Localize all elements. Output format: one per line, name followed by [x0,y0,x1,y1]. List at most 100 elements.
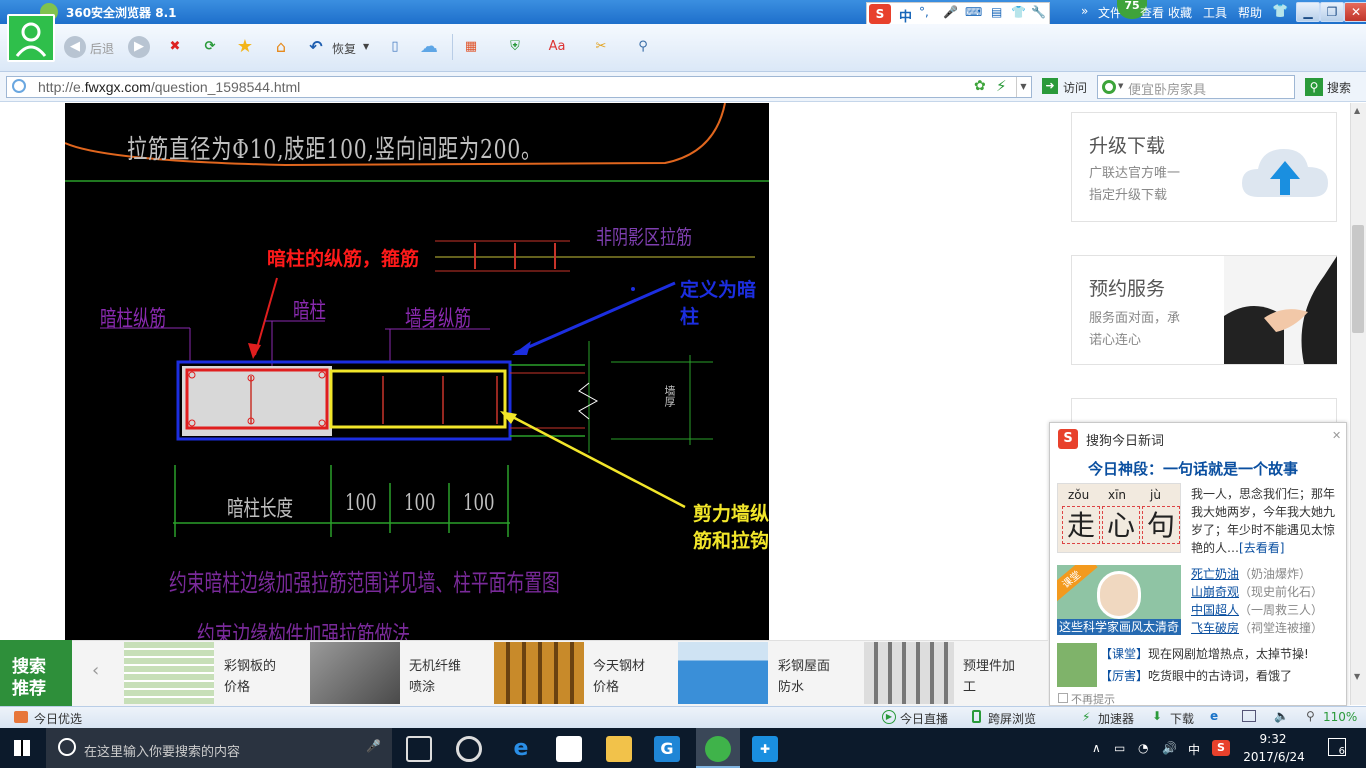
scroll-down-icon[interactable]: ▼ [1354,672,1360,681]
term-word[interactable]: 死亡奶油 [1191,567,1239,581]
edge-icon[interactable]: e [508,736,534,762]
home-icon[interactable]: ⌂ [270,36,292,58]
no-remind-checkbox[interactable] [1058,693,1068,703]
rec-text-5[interactable]: 预埋件加工 [963,656,1043,698]
close-button[interactable]: ✕ [1344,2,1366,22]
rec-text-4[interactable]: 彩钢屋面 防水 [778,656,858,698]
ime-language[interactable]: 中 [1188,741,1200,758]
user-avatar[interactable] [7,14,55,62]
news-item[interactable]: 【课堂】现在网剧尬增热点，太掉节操! [1100,645,1309,662]
rec-text-2[interactable]: 无机纤维 喷涂 [409,656,489,698]
forward-arrow-icon[interactable]: ▶ [128,36,150,58]
news-item[interactable]: 【厉害】吃货眼中的古诗词，看饿了 [1100,667,1292,684]
ie-icon[interactable]: e [1210,709,1218,723]
girl-image[interactable] [1057,643,1097,687]
sogou-app-icon[interactable]: G [654,736,680,762]
windows-start-icon[interactable] [14,740,30,756]
translate-icon[interactable]: Aa [546,36,568,58]
keyboard-icon[interactable]: ⌨ [965,5,982,19]
shield-icon[interactable]: ⛨ [504,36,526,58]
rec-image-5[interactable] [864,642,954,704]
story-link[interactable]: [去看看] [1239,541,1284,555]
screenshot-icon[interactable]: ✂ [590,36,612,58]
popup-headline[interactable]: 今日神段：一句话就是一个故事 [1088,458,1298,479]
battery-icon[interactable]: ▭ [1114,741,1125,755]
page-scrollbar[interactable] [1350,103,1366,705]
search-engine-icon[interactable] [1102,80,1116,94]
rec-image-2[interactable] [310,642,400,704]
phone-icon[interactable]: ▯ [384,36,406,58]
back-label[interactable]: 后退 [90,40,114,57]
microphone-icon[interactable]: 🎤 [943,5,958,19]
file-explorer-icon[interactable] [606,736,632,762]
volume-icon[interactable]: 🔊 [1162,741,1177,755]
scroll-thumb[interactable] [1352,225,1364,333]
url-text[interactable]: http://e.fwxgx.com/question_1598544.html [38,79,300,95]
notification-center-icon[interactable]: 6 [1328,738,1346,757]
wifi-icon[interactable]: ◔ [1138,741,1148,755]
sound-icon[interactable]: 🔈 [1274,709,1289,723]
skin-icon[interactable]: ▤ [991,5,1002,19]
task-view-icon[interactable] [406,736,432,762]
search-icon[interactable]: ⚲ [1305,78,1323,96]
rec-text-1[interactable]: 彩钢板的 价格 [224,656,304,698]
rec-image-3[interactable] [494,642,584,704]
cortana-icon[interactable] [58,738,76,756]
term-word[interactable]: 中国超人 [1191,603,1239,617]
sogou-ime-toolbar[interactable]: S 中 °, 🎤 ⌨ ▤ 👕 🔧 [866,2,1050,26]
popup-close-icon[interactable]: ✕ [1332,429,1341,442]
remote-app-icon[interactable]: ✚ [752,736,778,762]
browser-360-icon[interactable] [705,736,731,762]
address-dropdown-button[interactable]: ▼ [1016,77,1030,97]
chevron-down-icon[interactable]: ▼ [363,42,369,51]
undo-icon[interactable]: ↶ [305,36,327,58]
menu-tools[interactable]: 工具 [1203,4,1227,21]
accelerator-label[interactable]: 加速器 [1098,710,1134,727]
zoom-search-icon[interactable]: ⚲ [632,36,654,58]
calligraphy-image[interactable]: zǒu xīn jù 走 心 句 [1057,483,1181,553]
menu-view[interactable]: 查看 [1140,4,1164,21]
scientist-image[interactable]: 课堂 这些科学家画风太清奇 [1057,565,1181,635]
upgrade-download-card[interactable]: 升级下载 广联达官方唯一 指定升级下载 [1071,112,1337,222]
stop-icon[interactable]: ✖ [164,36,186,58]
zoom-level[interactable]: 110% [1323,710,1357,724]
scroll-up-icon[interactable]: ▲ [1354,106,1360,115]
chrome-icon[interactable] [456,736,482,762]
rec-text-3[interactable]: 今天钢材 价格 [593,656,673,698]
ime-mode-label[interactable]: 中 [899,6,912,25]
refresh-icon[interactable]: ⟳ [199,36,221,58]
rec-image-4[interactable] [678,642,768,704]
zoom-icon[interactable]: ⚲ [1306,709,1315,723]
window-icon[interactable] [1242,710,1256,722]
no-remind-label[interactable]: 不再提示 [1071,691,1115,707]
sogou-tray-icon[interactable]: S [1212,740,1230,756]
engine-chevron-icon[interactable]: ▼ [1118,82,1123,90]
ime-punct-icon[interactable]: °, [919,5,929,19]
visit-arrow-icon[interactable]: ➜ [1042,78,1058,94]
download-label[interactable]: 下载 [1170,710,1194,727]
term-word[interactable]: 山崩奇观 [1191,585,1239,599]
clock-time[interactable]: 9:32 [1248,732,1298,746]
skin-shirt-icon[interactable]: 👕 [1272,4,1288,19]
rec-image-1[interactable] [124,642,214,704]
wrench-icon[interactable]: 🔧 [1031,5,1046,19]
clock-date[interactable]: 2017/6/24 [1242,750,1306,764]
restore-label[interactable]: 恢复 [332,40,356,57]
cloud-icon[interactable]: ☁ [418,36,440,58]
more-chevron-icon[interactable]: » [1081,4,1088,18]
term-word[interactable]: 飞车破房 [1191,621,1239,635]
shirt-icon[interactable]: 👕 [1011,5,1026,19]
back-arrow-icon[interactable]: ◀ [64,36,86,58]
apps-grid-icon[interactable]: ▦ [460,36,482,58]
maximize-button[interactable]: ❐ [1320,2,1344,22]
security-check-icon[interactable]: ✿ [974,78,986,94]
visit-button[interactable]: 访问 [1063,79,1087,96]
menu-help[interactable]: 帮助 [1238,4,1262,21]
reservation-service-card[interactable]: 预约服务 服务面对面，承 诺心连心 [1071,255,1337,365]
today-picks-label[interactable]: 今日优选 [34,710,82,727]
strip-prev-icon[interactable]: ‹ [92,660,99,681]
tray-chevron-icon[interactable]: ∧ [1092,741,1101,755]
lightning-icon[interactable]: ⚡ [996,77,1007,95]
favorite-star-icon[interactable]: ★ [234,36,256,58]
menu-favorites[interactable]: 收藏 [1168,4,1192,21]
